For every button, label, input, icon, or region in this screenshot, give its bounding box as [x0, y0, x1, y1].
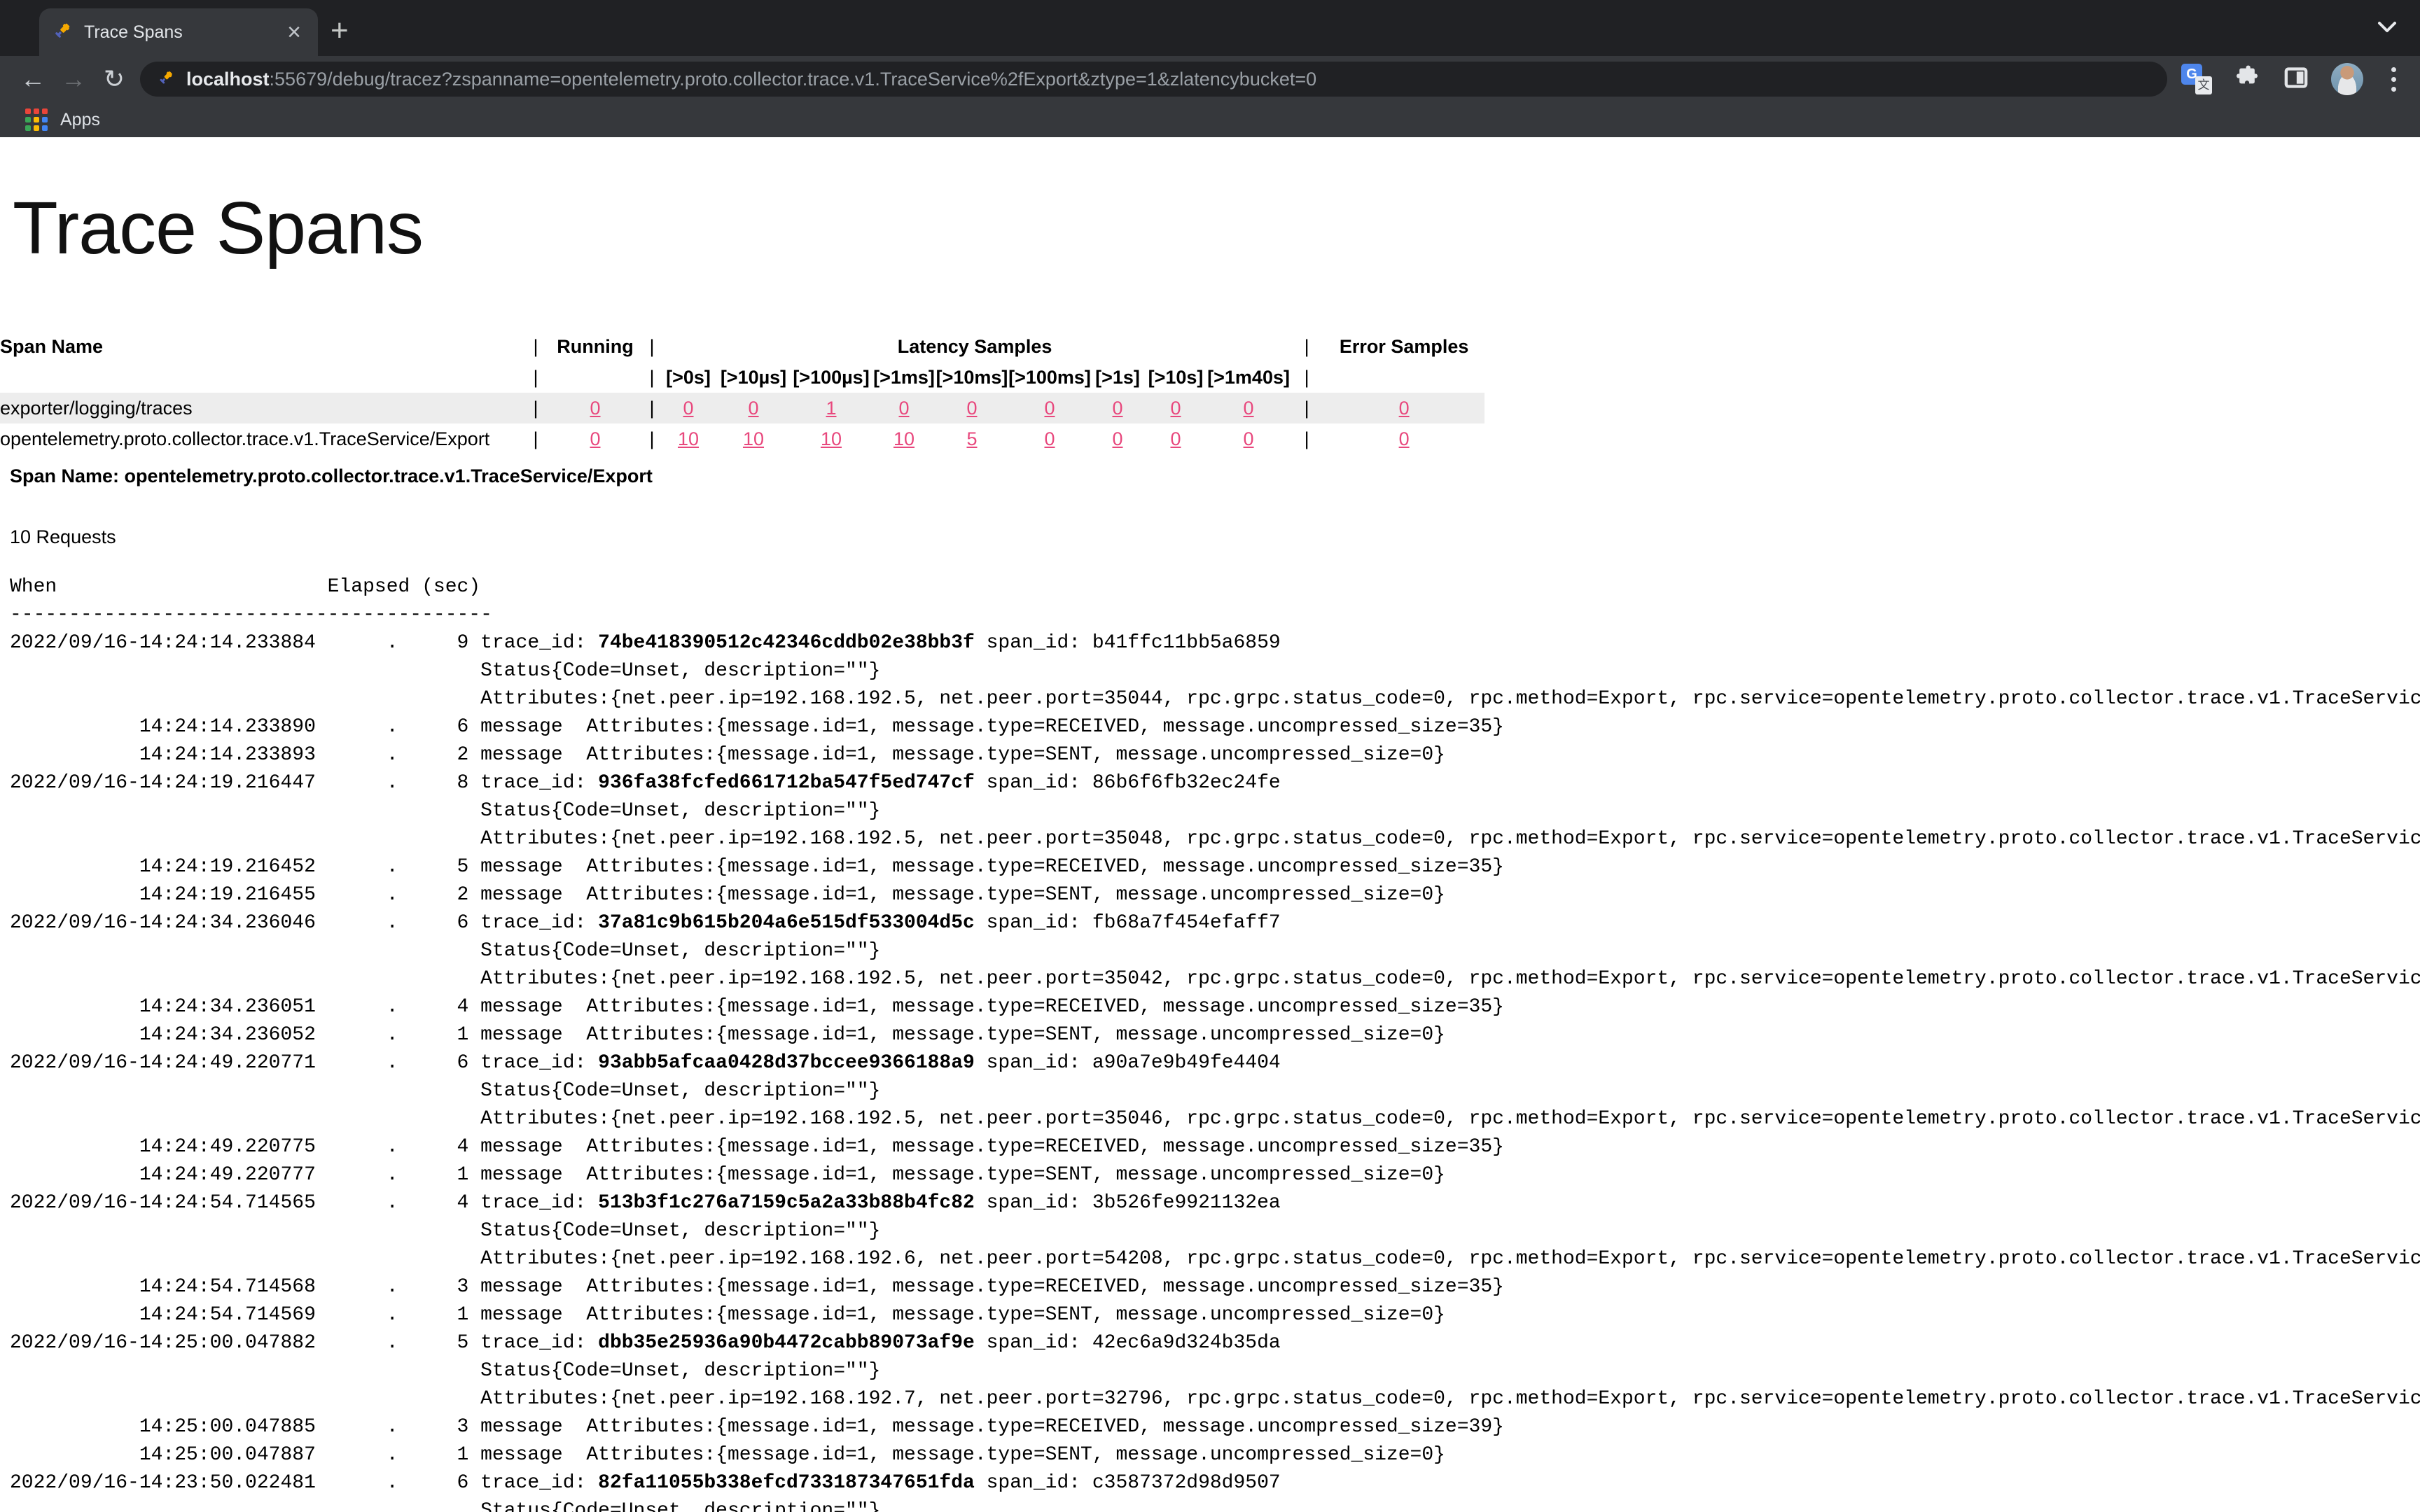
- bookmark-apps[interactable]: Apps: [60, 110, 100, 130]
- selected-span-label: Span Name: opentelemetry.proto.collector…: [10, 465, 2420, 487]
- latency-bucket-count-link[interactable]: 10: [678, 428, 699, 449]
- latency-bucket-header: [>10µs]: [717, 362, 790, 393]
- span-name-cell: exporter/logging/traces: [0, 393, 525, 424]
- latency-bucket-header: [>100ms]: [1008, 362, 1091, 393]
- span-name-header: Span Name: [0, 331, 525, 362]
- error-count-link[interactable]: 0: [1399, 428, 1410, 449]
- latency-bucket-count-link[interactable]: 0: [1044, 428, 1055, 449]
- trace-id-value: 93abb5afcaa0428d37bccee9366188a9: [598, 1052, 975, 1074]
- browser-menu-icon[interactable]: [2384, 64, 2403, 94]
- trace-id-value: 936fa38fcfed661712ba547f5ed747cf: [598, 772, 975, 794]
- latency-bucket-count-link[interactable]: 0: [1170, 428, 1181, 449]
- latency-bucket-count-link[interactable]: 0: [748, 398, 758, 419]
- opentelemetry-favicon-icon: [157, 69, 175, 90]
- back-button[interactable]: ←: [13, 59, 53, 99]
- latency-bucket-header: [>1s]: [1091, 362, 1144, 393]
- latency-bucket-header: [>0s]: [660, 362, 717, 393]
- summary-header-row: Span Name | Running | Latency Samples | …: [0, 331, 1484, 362]
- browser-toolbar: ← → ↻ localhost:55679/debug/tracez?zspan…: [0, 56, 2420, 102]
- new-tab-button[interactable]: +: [331, 15, 349, 46]
- address-bar[interactable]: localhost:55679/debug/tracez?zspanname=o…: [140, 62, 2167, 97]
- apps-grid-icon: [25, 108, 48, 131]
- latency-bucket-count-link[interactable]: 10: [743, 428, 764, 449]
- latency-bucket-count-link[interactable]: 10: [821, 428, 842, 449]
- reload-button[interactable]: ↻: [94, 59, 134, 99]
- latency-bucket-header: [>1ms]: [872, 362, 936, 393]
- bookmarks-bar: Apps: [0, 102, 2420, 137]
- running-count-link[interactable]: 0: [590, 428, 600, 449]
- latency-bucket-count-link[interactable]: 1: [826, 398, 836, 419]
- span-summary-table: Span Name | Running | Latency Samples | …: [0, 331, 1484, 454]
- extensions-puzzle-icon[interactable]: [2233, 64, 2261, 95]
- latency-bucket-count-link[interactable]: 0: [1244, 398, 1254, 419]
- tab-title: Trace Spans: [84, 22, 280, 43]
- opentelemetry-favicon-icon: [52, 20, 73, 45]
- latency-bucket-header: [>10ms]: [936, 362, 1008, 393]
- latency-bucket-count-link[interactable]: 0: [898, 398, 909, 419]
- bucket-header-row: ||[>0s][>10µs][>100µs][>1ms][>10ms][>100…: [0, 362, 1484, 393]
- trace-id-value: 37a81c9b615b204a6e515df533004d5c: [598, 912, 975, 934]
- trace-id-value: 82fa11055b338efcd733187347651fda: [598, 1472, 975, 1494]
- latency-bucket-count-link[interactable]: 0: [1112, 428, 1122, 449]
- requests-pre: When Elapsed (sec) ---------------------…: [10, 573, 2420, 1512]
- tab-search-chevron-icon[interactable]: [2375, 20, 2399, 38]
- latency-bucket-header: [>1m40s]: [1207, 362, 1290, 393]
- profile-avatar[interactable]: [2331, 63, 2363, 95]
- latency-bucket-count-link[interactable]: 0: [1170, 398, 1181, 419]
- latency-bucket-count-link[interactable]: 0: [683, 398, 693, 419]
- trace-id-value: 513b3f1c276a7159c5a2a33b88b4fc82: [598, 1192, 975, 1214]
- table-row: opentelemetry.proto.collector.trace.v1.T…: [0, 424, 1484, 454]
- tracez-page: Trace Spans Span Name | Running | Latenc…: [0, 137, 2420, 1512]
- page-title: Trace Spans: [13, 186, 2420, 271]
- latency-bucket-count-link[interactable]: 0: [1244, 428, 1254, 449]
- latency-samples-header: Latency Samples: [660, 331, 1290, 362]
- tab-trace-spans[interactable]: Trace Spans ×: [39, 8, 318, 56]
- error-count-link[interactable]: 0: [1399, 398, 1410, 419]
- summary-table-body: exporter/logging/traces|0|001000000|0ope…: [0, 393, 1484, 454]
- latency-bucket-header: [>100µs]: [790, 362, 872, 393]
- latency-bucket-count-link[interactable]: 0: [1044, 398, 1055, 419]
- forward-button[interactable]: →: [53, 59, 94, 99]
- running-header: Running: [546, 331, 644, 362]
- tab-close-icon[interactable]: ×: [280, 20, 308, 44]
- table-row: exporter/logging/traces|0|001000000|0: [0, 393, 1484, 424]
- trace-id-value: 74be418390512c42346cddb02e38bb3f: [598, 632, 975, 654]
- tab-strip: Trace Spans × +: [0, 0, 2420, 56]
- span-name-cell: opentelemetry.proto.collector.trace.v1.T…: [0, 424, 525, 454]
- requests-count: 10 Requests: [10, 526, 2420, 548]
- google-translate-icon[interactable]: G 文: [2181, 64, 2212, 94]
- running-count-link[interactable]: 0: [590, 398, 600, 419]
- error-samples-header: Error Samples: [1323, 331, 1484, 362]
- side-panel-icon[interactable]: [2282, 64, 2310, 95]
- latency-bucket-header: [>10s]: [1144, 362, 1207, 393]
- latency-bucket-count-link[interactable]: 0: [966, 398, 977, 419]
- url-host: localhost: [186, 69, 270, 90]
- latency-bucket-count-link[interactable]: 0: [1112, 398, 1122, 419]
- latency-bucket-count-link[interactable]: 10: [893, 428, 915, 449]
- trace-id-value: dbb35e25936a90b4472cabb89073af9e: [598, 1332, 975, 1354]
- url-text: localhost:55679/debug/tracez?zspanname=o…: [186, 69, 1316, 90]
- latency-bucket-count-link[interactable]: 5: [966, 428, 977, 449]
- url-path: :55679/debug/tracez?zspanname=openteleme…: [270, 69, 1317, 90]
